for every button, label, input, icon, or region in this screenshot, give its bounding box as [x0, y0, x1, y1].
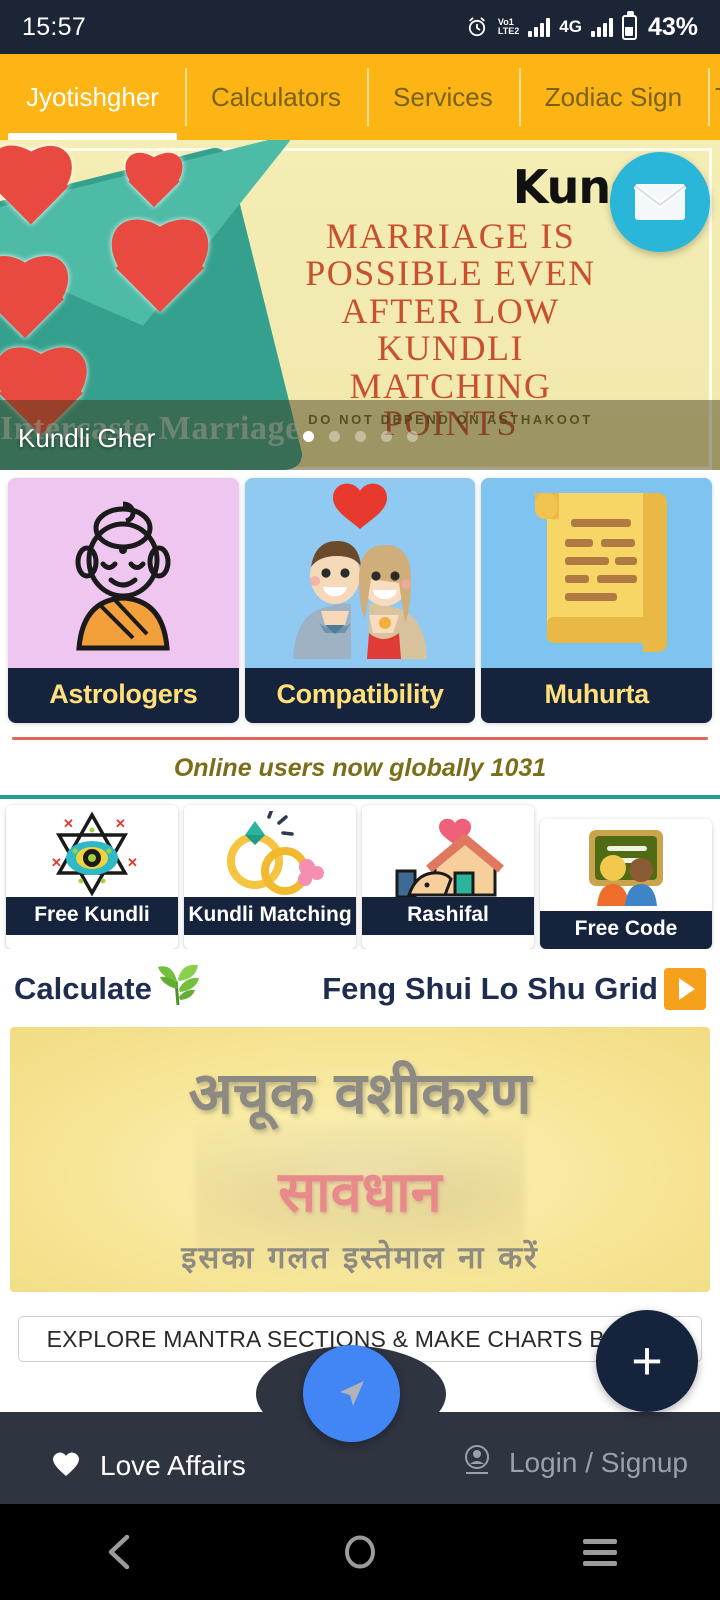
tile-label: Free Kundli — [6, 897, 178, 935]
banner-line-3: इसका गलत इस्तेमाल ना करें — [181, 1240, 539, 1276]
tab-jyotishgher[interactable]: Jyotishgher — [0, 54, 185, 140]
rings-icon — [184, 805, 356, 897]
home-circle-icon[interactable] — [280, 1504, 440, 1600]
headline-line: AFTER LOW — [341, 290, 560, 331]
app-screen: 15:57 Vo1 LTE2 4G 43% Jyotishgher Calcul… — [0, 0, 720, 1600]
tab-zodiac-sign[interactable]: Zodiac Sign — [518, 54, 708, 140]
play-icon[interactable] — [664, 968, 706, 1010]
back-chevron-icon[interactable] — [40, 1504, 200, 1600]
mantra-banner[interactable]: अचूक वशीकरण सावधान इसका गलत इस्तेमाल ना … — [10, 1027, 710, 1292]
alarm-icon — [465, 15, 489, 39]
card-muhurta[interactable]: Muhurta — [481, 478, 713, 723]
signal-bars-sim1-icon — [528, 17, 551, 37]
leaf-icon — [156, 963, 202, 1015]
tab-services[interactable]: Services — [367, 54, 519, 140]
signal-bars-sim2-icon — [590, 17, 613, 37]
carousel-dot[interactable] — [302, 431, 314, 442]
house-heart-icon — [362, 805, 534, 897]
svg-text:✕: ✕ — [127, 855, 138, 870]
tile-label: Free Code — [540, 911, 712, 949]
bottom-nav-wrapper: + Love Affairs Login / Signup — [0, 1310, 720, 1504]
network-type-label: 4G — [559, 17, 582, 36]
heart-graphic — [0, 258, 80, 358]
couple-heart-icon — [244, 478, 476, 668]
carousel-dot[interactable] — [328, 431, 340, 442]
account-icon — [461, 1443, 493, 1482]
battery-icon — [621, 10, 637, 40]
tile-rashifal[interactable]: Rashifal — [362, 805, 534, 949]
banner-line-1: अचूक वशीकरण — [188, 1059, 532, 1127]
star-eye-icon: ✕ ✕ ✕ ✕ — [6, 805, 178, 897]
card-astrologers[interactable]: Astrologers — [8, 478, 239, 723]
navigate-icon[interactable] — [303, 1345, 400, 1442]
calculate-label: Calculate — [14, 971, 152, 1006]
nav-item-login-signup[interactable]: Login / Signup — [461, 1443, 688, 1482]
card-label: Astrologers — [8, 668, 239, 723]
buddha-icon — [8, 478, 239, 668]
status-icons: Vo1 LTE2 4G 43% — [465, 10, 698, 42]
carousel-dot[interactable] — [380, 431, 392, 442]
tile-label: Kundli Matching — [184, 897, 356, 935]
heart-graphic — [98, 222, 222, 334]
heart-graphic — [0, 148, 83, 243]
battery-percent: 43% — [647, 12, 698, 41]
carousel-dots[interactable] — [0, 431, 720, 442]
headline-line: POSSIBLE EVEN — [305, 253, 596, 294]
calculate-left: Calculate — [14, 963, 202, 1015]
card-compatibility[interactable]: Compatibility — [244, 478, 476, 723]
tile-free-code[interactable]: Free Code — [540, 819, 712, 949]
heart-graphic — [118, 154, 190, 220]
tile-label: Rashifal — [362, 897, 534, 935]
status-time: 15:57 — [22, 12, 87, 41]
svg-text:✕: ✕ — [115, 816, 126, 831]
status-bar: 15:57 Vo1 LTE2 4G 43% — [0, 0, 720, 54]
calculate-row: Calculate Feng Shui Lo Shu Grid — [0, 949, 720, 1027]
volte-icon: Vo1 LTE2 — [497, 17, 520, 36]
menu-lines-icon[interactable] — [520, 1504, 680, 1600]
tile-kundli-matching[interactable]: Kundli Matching — [184, 805, 356, 949]
feature-cards-row: Astrologers Compatibility Muhurta — [0, 470, 720, 723]
banner-line-2: सावधान — [278, 1160, 442, 1225]
add-fab-button[interactable]: + — [596, 1310, 698, 1412]
quick-tiles-row[interactable]: ✕ ✕ ✕ ✕ Free Kundli Kundli Matching Rash… — [0, 799, 720, 949]
feng-shui-title: Feng Shui Lo Shu Grid — [322, 971, 658, 1006]
envelope-icon[interactable] — [610, 152, 710, 252]
nav-item-love-affairs[interactable]: Love Affairs — [52, 1450, 246, 1482]
heart-icon — [52, 1451, 80, 1482]
calculate-right[interactable]: Feng Shui Lo Shu Grid — [322, 968, 706, 1010]
tile-free-kundli[interactable]: ✕ ✕ ✕ ✕ Free Kundli — [6, 805, 178, 949]
nav-item-label: Love Affairs — [100, 1450, 246, 1481]
top-tab-bar[interactable]: Jyotishgher Calculators Services Zodiac … — [0, 54, 720, 140]
carousel-dot[interactable] — [354, 431, 366, 442]
headline-line: KUNDLI — [377, 328, 524, 369]
card-label: Compatibility — [244, 668, 476, 723]
carousel-dot[interactable] — [406, 431, 418, 442]
scroll-icon — [481, 478, 713, 668]
promo-carousel[interactable]: Kund MARRIAGE IS POSSIBLE EVEN AFTER LOW… — [0, 140, 720, 470]
svg-text:✕: ✕ — [51, 855, 62, 870]
nav-item-label: Login / Signup — [508, 1446, 688, 1478]
blackboard-people-icon — [540, 819, 712, 911]
svg-text:✕: ✕ — [63, 816, 74, 831]
online-users-banner: Online users now globally 1031 — [173, 754, 547, 782]
tab-next-partial[interactable]: T — [708, 54, 720, 140]
tab-calculators[interactable]: Calculators — [184, 54, 367, 140]
android-nav-bar[interactable] — [0, 1504, 720, 1600]
card-label: Muhurta — [481, 668, 713, 723]
